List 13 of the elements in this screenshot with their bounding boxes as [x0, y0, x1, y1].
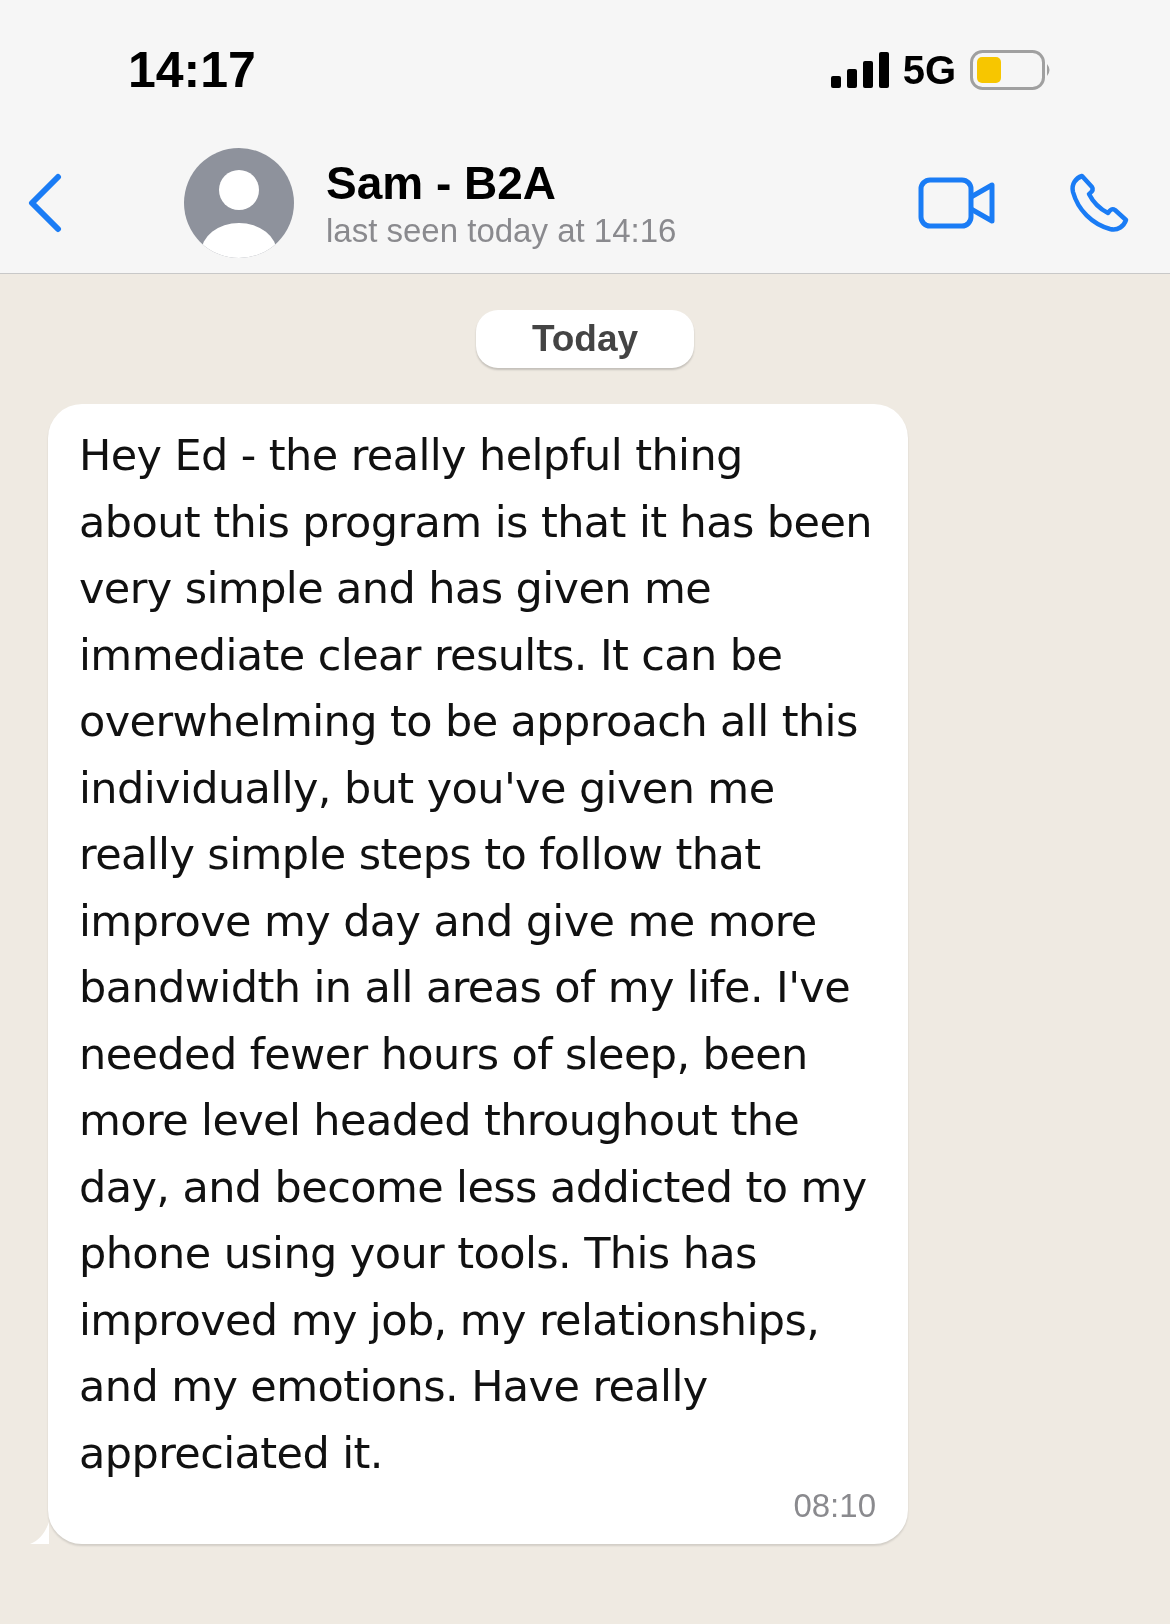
date-label: Today: [475, 310, 695, 368]
last-seen-status: last seen today at 14:16: [326, 211, 678, 250]
phone-icon[interactable]: [1068, 171, 1130, 234]
message-text: Hey Ed - the really helpful thing about this program is that it has been very simple and has given me immediate clear results. It can be overwhelming to be approach all this individually, but you've given me really simple steps to follow that improve my day and give me more bandwidth in all areas of my life. I've needed fewer hours of sleep, been more level headed throughout the day, and become less addicted to my phone using your tools. This has improved my job, my relationships, and my emotions. Have really appreciated it.: [79, 429, 873, 1480]
video-call-icon[interactable]: [918, 176, 996, 229]
contact-name[interactable]: Sam - B2A: [326, 155, 918, 210]
network-label: 5G: [902, 47, 956, 93]
avatar-icon[interactable]: [184, 147, 294, 258]
battery-icon: [970, 50, 1052, 90]
signal-icon: [830, 52, 889, 88]
clock-time: 14:17: [128, 41, 256, 99]
bubble-tail: [30, 1522, 49, 1544]
message-time: 08:10: [793, 1486, 876, 1526]
